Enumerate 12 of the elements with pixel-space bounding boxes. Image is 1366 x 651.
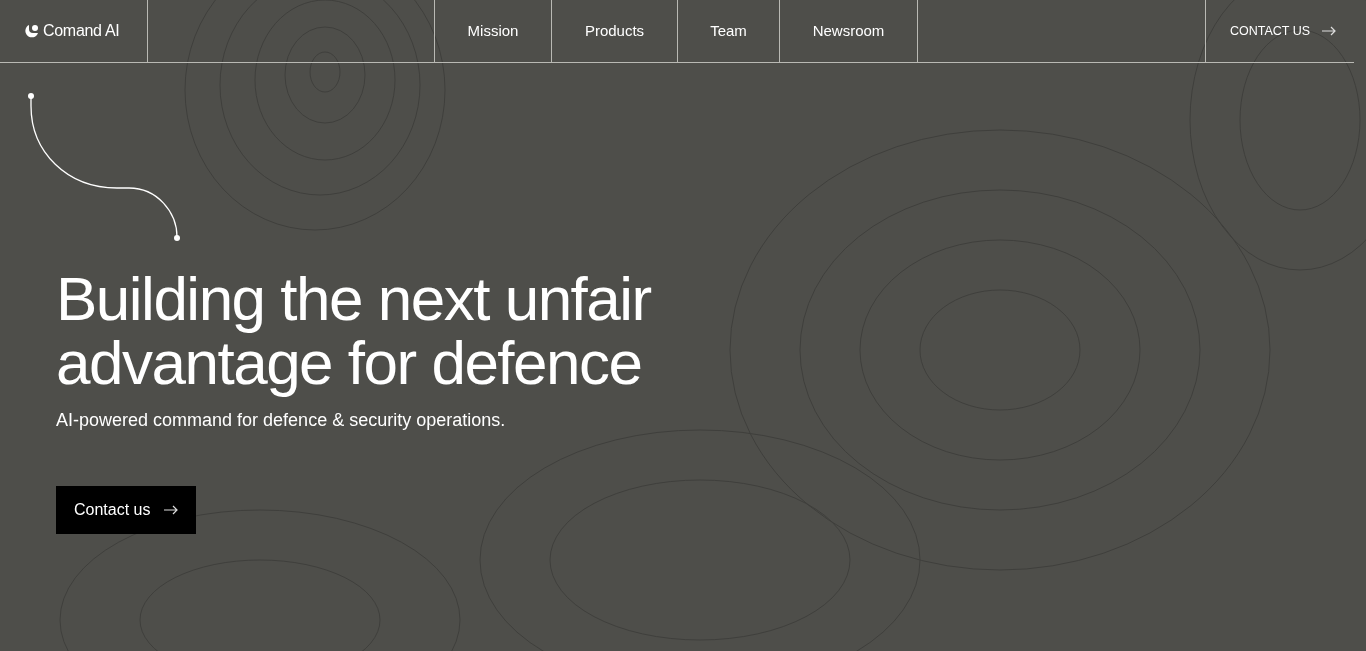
contact-button[interactable]: Contact us xyxy=(56,486,197,534)
nav-link[interactable]: Products xyxy=(552,0,678,62)
nav-link[interactable]: Mission xyxy=(435,0,552,62)
nav-link[interactable]: Newsroom xyxy=(780,0,918,62)
hero-subtitle: AI-powered command for defence & security operations. xyxy=(56,409,507,432)
arrow-right-icon xyxy=(164,505,179,515)
logo-link[interactable]: Comand AI xyxy=(43,19,120,43)
logo-icon xyxy=(24,23,39,39)
contact-link[interactable]: CONTACT US xyxy=(1205,0,1354,62)
arrow-right-icon xyxy=(1322,26,1337,36)
hero-headline: Building the next unfair advantage for defence xyxy=(56,267,652,395)
nav-link[interactable]: Team xyxy=(678,0,780,62)
